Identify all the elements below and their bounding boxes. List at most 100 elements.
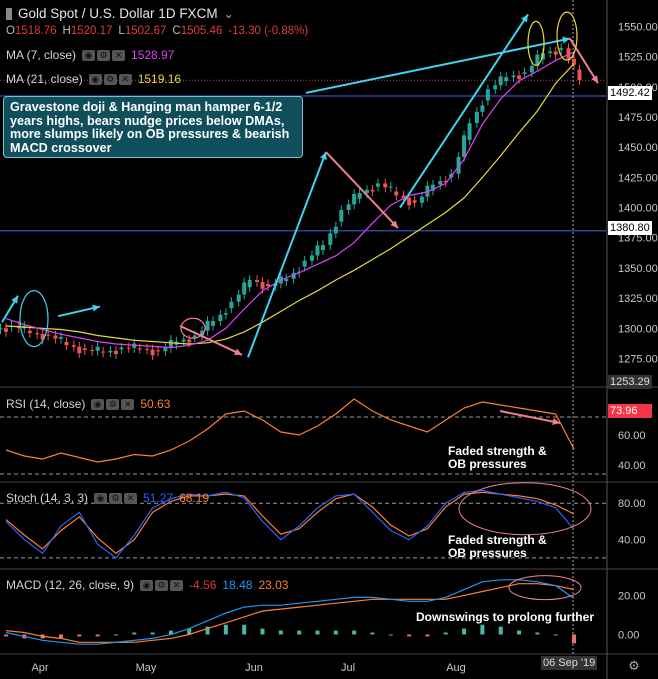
ma21-legend[interactable]: MA (21, close) ◉ ⚙ ✕ 1519.16 — [6, 72, 181, 86]
candle-body — [485, 89, 490, 101]
analysis-callout: Gravestone doji & Hanging man hamper 6-1… — [3, 96, 303, 158]
eye-icon[interactable]: ◉ — [140, 579, 154, 591]
stoch-note-line-2: OB pressures — [448, 546, 527, 560]
price-tag-lower: 1380.80 — [608, 221, 652, 235]
eye-icon[interactable]: ◉ — [91, 398, 105, 410]
candles-group — [0, 43, 582, 361]
rsi-value: 50.63 — [140, 397, 171, 411]
candle-body — [284, 278, 289, 282]
pattern-ellipse — [19, 290, 49, 348]
time-tick-label: Jun — [245, 662, 263, 674]
macd-value: 18.48 — [222, 578, 253, 592]
candle-body — [137, 348, 142, 350]
candle-body — [438, 181, 443, 185]
price-tick-label: 1325.00 — [618, 293, 658, 305]
gear-icon[interactable]: ⚙ — [627, 659, 641, 673]
gear-icon[interactable]: ⚙ — [106, 398, 120, 410]
candle-body — [218, 314, 223, 322]
eye-icon[interactable]: ◉ — [88, 73, 102, 85]
close-icon[interactable]: ✕ — [118, 73, 132, 85]
candle-body — [467, 123, 472, 140]
macd-tick-label: 0.00 — [618, 629, 639, 641]
candle-body — [242, 282, 247, 295]
candle-body — [255, 279, 260, 282]
candle-body — [394, 191, 399, 196]
open-value: 1518.76 — [14, 25, 57, 37]
price-tick-label: 1350.00 — [618, 263, 658, 275]
candle-body — [205, 321, 210, 331]
close-icon[interactable]: ✕ — [121, 398, 135, 410]
candle-body — [0, 328, 3, 330]
candle-body — [82, 348, 87, 350]
macd-histogram-bar — [297, 630, 302, 635]
time-tick-label: May — [136, 662, 157, 674]
eye-icon[interactable]: ◉ — [94, 492, 108, 504]
price-tag-upper: 1492.42 — [608, 86, 652, 100]
stoch-highlight-ellipse — [458, 482, 592, 536]
eye-icon[interactable]: ◉ — [82, 49, 96, 61]
change-value: -13.30 (-0.88%) — [228, 25, 309, 37]
gear-icon[interactable]: ⚙ — [103, 73, 117, 85]
chevron-down-icon[interactable]: ⌄ — [224, 7, 234, 21]
price-tick-label: 1275.00 — [618, 353, 658, 365]
rsi-controls[interactable]: ◉ ⚙ ✕ — [91, 398, 135, 410]
candle-body — [101, 351, 106, 353]
rsi-legend[interactable]: RSI (14, close) ◉ ⚙ ✕ 50.63 — [6, 397, 170, 411]
candle-body — [328, 233, 333, 245]
macd-histogram-bar — [443, 632, 448, 635]
macd-histogram-bar — [95, 634, 100, 637]
candle-body — [388, 186, 393, 188]
candle-body — [498, 76, 503, 86]
price-tick-label: 1425.00 — [618, 172, 658, 184]
gear-icon[interactable]: ⚙ — [97, 49, 111, 61]
gear-icon[interactable]: ⚙ — [155, 579, 169, 591]
candle-body — [4, 328, 8, 332]
macd-histogram-bar — [498, 626, 503, 635]
candle-body — [113, 350, 118, 355]
macd-tick-label: 20.00 — [618, 590, 646, 602]
candle-body — [320, 245, 325, 251]
candle-body — [559, 48, 564, 50]
rsi-tick-label: 60.00 — [618, 430, 646, 442]
open-label: O — [6, 25, 15, 37]
macd-controls[interactable]: ◉ ⚙ ✕ — [140, 579, 184, 591]
candle-body — [236, 294, 241, 302]
candle-body — [64, 341, 69, 346]
gear-icon[interactable]: ⚙ — [109, 492, 123, 504]
macd-histogram-bar — [4, 634, 8, 637]
candle-body — [223, 313, 228, 315]
ma7-legend[interactable]: MA (7, close) ◉ ⚙ ✕ 1528.97 — [6, 48, 174, 62]
macd-histogram-bar — [77, 634, 82, 637]
candle-body — [181, 339, 186, 342]
macd-histogram-bar — [150, 632, 155, 635]
candle-body — [95, 346, 100, 351]
candle-body — [126, 347, 131, 349]
close-icon[interactable]: ✕ — [112, 49, 126, 61]
close-icon[interactable]: ✕ — [124, 492, 138, 504]
price-tick-label: 1550.00 — [618, 21, 658, 33]
ma21-controls[interactable]: ◉ ⚙ ✕ — [88, 73, 132, 85]
symbol-marker-icon — [6, 7, 12, 20]
candle-body — [192, 335, 197, 338]
trendline-arrow — [305, 37, 571, 94]
candle-body — [46, 334, 51, 336]
candle-body — [266, 284, 271, 286]
high-value: 1520.17 — [70, 25, 113, 37]
candle-body — [370, 189, 375, 192]
candle-body — [315, 245, 320, 256]
stoch-legend[interactable]: Stoch (14, 3, 3) ◉ ⚙ ✕ 51.27 68.19 — [6, 491, 209, 505]
stoch-d-value: 68.19 — [179, 491, 210, 505]
stoch-controls[interactable]: ◉ ⚙ ✕ — [94, 492, 138, 504]
macd-histogram-bar — [425, 634, 430, 637]
macd-legend[interactable]: MACD (12, 26, close, 9) ◉ ⚙ ✕ -4.56 18.48 … — [6, 578, 288, 592]
low-value: 1502.67 — [124, 25, 167, 37]
candle-body — [260, 281, 265, 289]
price-tick-label: 1400.00 — [618, 203, 658, 215]
close-icon[interactable]: ✕ — [170, 579, 184, 591]
macd-histogram-bar — [370, 632, 375, 635]
symbol-title[interactable]: Gold Spot / U.S. Dollar 1D FXCM — [18, 6, 218, 21]
candle-body — [71, 345, 76, 347]
candle-body — [211, 321, 216, 326]
ma7-controls[interactable]: ◉ ⚙ ✕ — [82, 49, 126, 61]
candle-body — [339, 210, 344, 222]
